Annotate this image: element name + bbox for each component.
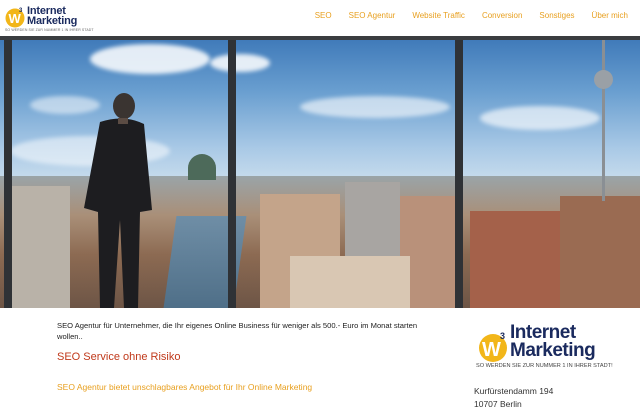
logo-text-line2: Marketing [27,15,78,27]
window-frame [228,36,236,308]
section-heading: SEO Service ohne Risiko [57,351,181,363]
logo-tagline: SO WERDEN SIE ZUR NUMMER 1 IN IHRER STAD… [5,28,94,32]
address-street: Kurfürstendamm 194 [474,386,554,396]
hero-tv-tower-sphere [594,70,613,89]
site-header: W 3 Internet Marketing SO WERDEN SIE ZUR… [0,0,640,36]
site-logo[interactable]: W 3 Internet Marketing SO WERDEN SIE ZUR… [5,5,94,32]
nav-item-ueber-mich[interactable]: Über mich [592,11,628,20]
nav-item-conversion[interactable]: Conversion [482,11,522,20]
hero-cloud [210,54,270,72]
address-city: 10707 Berlin [474,399,522,409]
sidebar-logo-tagline: SO WERDEN SIE ZUR NUMMER 1 IN IHRER STAD… [476,363,613,369]
logo-w-icon: W 3 [5,8,25,28]
hero-building [470,211,560,308]
businessman-silhouette [84,93,152,308]
nav-item-seo[interactable]: SEO [315,11,332,20]
hero-cloud [300,96,450,118]
nav-item-website-traffic[interactable]: Website Traffic [412,11,465,20]
hero-building [10,186,70,308]
main-content: SEO Agentur für Unternehmer, die Ihr eig… [0,308,640,409]
intro-text: SEO Agentur für Unternehmer, die Ihr eig… [57,321,418,341]
nav-item-sonstiges[interactable]: Sonstiges [539,11,574,20]
svg-text:3: 3 [500,331,505,341]
svg-text:W: W [482,339,501,361]
hero-cloud [90,44,210,74]
hero-building [290,256,410,308]
hero-cathedral-dome [188,154,216,180]
hero-cloud [480,106,600,130]
logo-w-icon: W 3 [479,331,507,362]
window-frame [455,36,463,308]
nav-item-seo-agentur[interactable]: SEO Agentur [349,11,396,20]
window-frame-top [0,36,640,40]
section-subheading[interactable]: SEO Agentur bietet unschlagbares Angebot… [57,382,312,392]
hero-tv-tower [602,36,605,201]
hero-image [0,36,640,308]
sidebar-logo-line2: Marketing [510,340,596,361]
sidebar-logo[interactable]: W 3 Internet Marketing SO WERDEN SIE ZUR… [476,322,636,370]
window-frame [4,36,12,308]
hero-building [560,196,640,308]
main-nav: SEO SEO Agentur Website Traffic Conversi… [298,11,628,20]
